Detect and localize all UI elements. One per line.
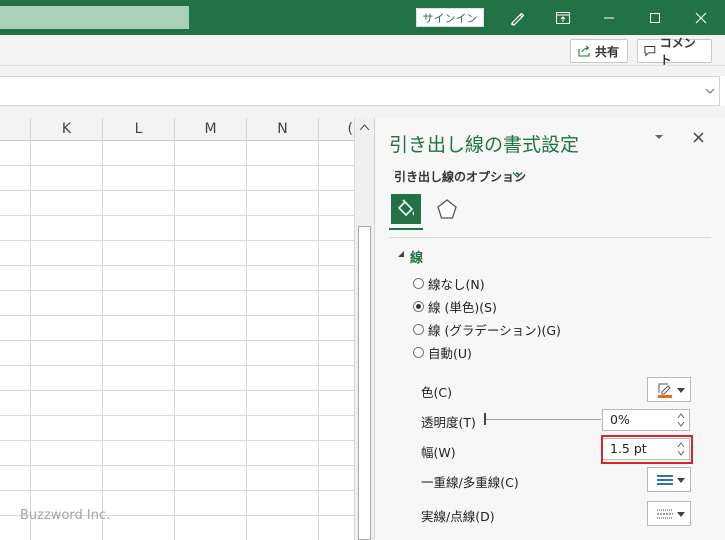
radio-button[interactable] — [413, 346, 424, 358]
share-label: 共有 — [595, 44, 620, 59]
radio-button[interactable] — [413, 277, 424, 289]
line-section-header[interactable]: 線 — [410, 247, 423, 266]
caret-down-icon — [677, 478, 685, 483]
pen-color-icon — [658, 383, 672, 398]
effects-tab[interactable] — [434, 196, 460, 222]
comment-button[interactable]: コメント — [637, 36, 712, 67]
grid-row-line — [0, 240, 354, 241]
comment-label: コメント — [659, 36, 696, 67]
excel-window: サインイン 共有 コメント K L M N (Buzzword Inc. 引き… — [0, 0, 725, 540]
grid-row-line — [0, 490, 354, 491]
scroll-up-icon[interactable] — [359, 122, 370, 133]
column-header-n[interactable]: N — [247, 118, 319, 141]
grid-row-line — [0, 165, 354, 166]
chevron-down-icon[interactable] — [705, 85, 715, 97]
minimize-icon[interactable] — [586, 0, 632, 35]
grid-row-line — [0, 290, 354, 291]
column-header-o-partial[interactable]: ( — [319, 118, 355, 141]
grid-row-line — [0, 415, 354, 416]
radio-label: 線 (単色)(S) — [428, 299, 497, 315]
collapse-triangle-icon[interactable] — [397, 250, 405, 258]
maximize-icon[interactable] — [632, 0, 678, 35]
radio-button[interactable] — [413, 323, 424, 335]
grid-row-line — [0, 390, 354, 391]
formula-bar[interactable] — [0, 76, 720, 106]
radio-label: 線 (グラデーション)(G) — [428, 322, 561, 338]
pane-close-icon[interactable] — [693, 132, 704, 143]
transparency-slider[interactable] — [485, 419, 601, 420]
grid-row-line — [0, 215, 354, 216]
transparency-label: 透明度(T) — [421, 415, 476, 430]
radio-label: 自動(U) — [428, 345, 472, 361]
column-header-l[interactable]: L — [103, 118, 175, 141]
active-tab-indicator — [389, 228, 423, 230]
dash-type-label: 実線/点線(D) — [421, 509, 495, 524]
chevron-down-icon[interactable] — [512, 171, 523, 179]
transparency-value: 0% — [610, 412, 630, 427]
pane-title: 引き出し線の書式設定 — [389, 134, 580, 156]
grid-row-line — [0, 365, 354, 366]
compound-type-dropdown[interactable] — [647, 467, 691, 492]
caret-down-icon — [677, 512, 685, 517]
radio-button-selected[interactable] — [413, 300, 424, 312]
pane-options-icon[interactable] — [653, 132, 665, 142]
radio-no-line[interactable]: 線なし(N) — [413, 274, 485, 292]
width-highlight-box — [601, 435, 693, 464]
fill-line-icon — [397, 199, 415, 217]
transparency-slider-thumb[interactable] — [484, 413, 486, 425]
grid-row-line — [0, 190, 354, 191]
grid-row-line — [0, 440, 354, 441]
dash-type-dropdown[interactable] — [647, 501, 691, 526]
radio-automatic[interactable]: 自動(U) — [413, 343, 472, 361]
fill-line-tab[interactable] — [391, 194, 421, 224]
ribbon-display-icon[interactable] — [540, 0, 586, 35]
radio-solid-line[interactable]: 線 (単色)(S) — [413, 297, 497, 315]
column-header-partial[interactable] — [0, 118, 31, 141]
ribbon-gap — [0, 66, 725, 76]
line-color-dropdown[interactable] — [647, 377, 691, 402]
comment-icon — [644, 46, 656, 57]
grid-row-line — [0, 465, 354, 466]
share-icon — [578, 45, 590, 57]
format-callout-pane: 引き出し線の書式設定 引き出し線のオプション 線 線なし(N) 線 (単色)(S… — [374, 118, 725, 540]
formula-bar-gap — [0, 106, 725, 118]
window-title-area — [0, 6, 189, 29]
grid-row-line — [0, 315, 354, 316]
callout-options-label[interactable]: 引き出し線のオプション — [394, 168, 526, 185]
radio-gradient-line[interactable]: 線 (グラデーション)(G) — [413, 320, 561, 338]
signin-button[interactable]: サインイン — [416, 8, 484, 27]
caret-down-icon — [677, 388, 685, 393]
close-icon[interactable] — [678, 0, 724, 35]
column-header-m[interactable]: M — [175, 118, 247, 141]
column-header-k[interactable]: K — [31, 118, 103, 141]
compound-type-label: 一重線/多重線(C) — [421, 475, 519, 490]
compound-lines-icon — [657, 474, 673, 485]
grid-row-line — [0, 340, 354, 341]
pen-icon[interactable] — [494, 0, 540, 35]
transparency-input[interactable]: 0% — [602, 409, 690, 431]
effects-icon — [437, 199, 457, 219]
watermark-text: Buzzword Inc. — [20, 508, 111, 523]
column-headers: K L M N ( — [0, 118, 355, 141]
dash-lines-icon — [657, 509, 673, 518]
title-bar: サインイン — [0, 0, 725, 35]
ribbon-strip: 共有 コメント — [0, 35, 725, 67]
grid-row-line — [0, 265, 354, 266]
vertical-scrollbar[interactable] — [354, 118, 374, 540]
pane-divider — [389, 237, 711, 238]
scrollbar-thumb[interactable] — [358, 226, 371, 540]
share-button[interactable]: 共有 — [570, 39, 628, 63]
cell-grid[interactable] — [0, 141, 354, 540]
color-label: 色(C) — [421, 385, 452, 400]
radio-label: 線なし(N) — [428, 276, 485, 292]
width-label: 幅(W) — [421, 445, 456, 460]
spinner-arrows-icon[interactable] — [677, 412, 685, 428]
